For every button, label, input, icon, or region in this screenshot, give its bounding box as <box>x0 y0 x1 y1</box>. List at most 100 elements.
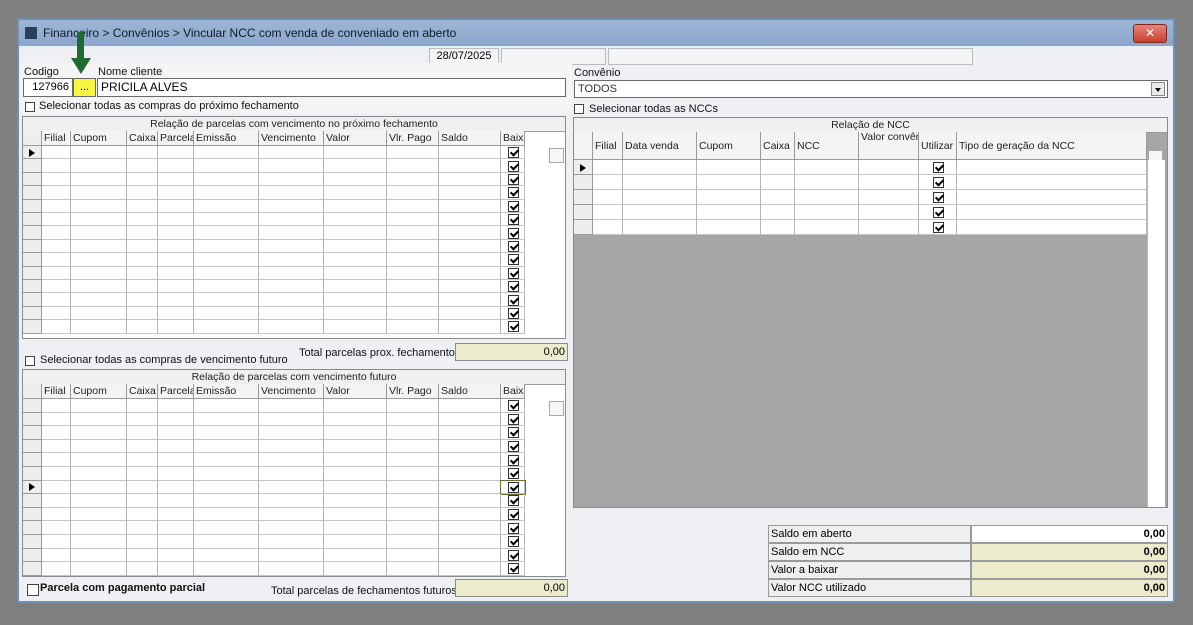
row-indicator[interactable] <box>23 186 42 200</box>
row-indicator[interactable] <box>23 535 42 549</box>
baixar-checkbox[interactable] <box>507 267 519 279</box>
baixar-checkbox[interactable] <box>507 147 519 159</box>
table-cell[interactable] <box>501 226 525 240</box>
column-header-cupom[interactable]: Cupom <box>71 384 127 399</box>
row-indicator[interactable] <box>23 467 42 481</box>
row-indicator[interactable] <box>23 280 42 294</box>
column-header-caixa[interactable]: Caixa <box>127 384 158 399</box>
row-indicator[interactable] <box>23 439 42 454</box>
baixar-checkbox[interactable] <box>507 214 519 226</box>
row-indicator[interactable] <box>23 146 42 160</box>
select-next-checkbox[interactable] <box>25 102 35 112</box>
column-header-vencimento[interactable]: Vencimento <box>259 384 324 399</box>
baixar-checkbox[interactable] <box>507 413 519 425</box>
column-header-emisso[interactable]: Emissão <box>194 131 259 146</box>
row-indicator[interactable] <box>23 253 42 267</box>
table-cell[interactable] <box>501 399 525 413</box>
column-header-utilizar[interactable]: Utilizar <box>919 132 957 160</box>
row-indicator[interactable] <box>23 199 42 213</box>
column-header-baixar[interactable]: Baixar <box>501 384 525 399</box>
table-cell[interactable] <box>501 439 525 454</box>
row-indicator[interactable] <box>23 494 42 508</box>
table-cell[interactable] <box>501 426 525 440</box>
row-indicator[interactable] <box>23 548 42 563</box>
row-indicator[interactable] <box>23 453 42 467</box>
row-indicator[interactable] <box>23 213 42 227</box>
baixar-checkbox[interactable] <box>507 509 519 521</box>
row-indicator[interactable] <box>23 226 42 240</box>
baixar-checkbox[interactable] <box>507 563 519 575</box>
column-header-tipodegeraodancc[interactable]: Tipo de geração da NCC <box>957 132 1147 160</box>
row-indicator[interactable] <box>23 399 42 413</box>
close-button[interactable]: ✕ <box>1133 24 1167 43</box>
baixar-checkbox[interactable] <box>507 441 519 453</box>
row-indicator[interactable] <box>23 320 42 334</box>
table-cell[interactable] <box>501 280 525 294</box>
scroll-button[interactable] <box>549 401 564 416</box>
table-cell[interactable] <box>501 146 525 160</box>
baixar-checkbox[interactable] <box>507 468 519 480</box>
baixar-checkbox[interactable] <box>507 536 519 548</box>
table-cell[interactable] <box>919 220 957 235</box>
column-header-parcela[interactable]: Parcela <box>158 384 194 399</box>
column-header-parcela[interactable]: Parcela <box>158 131 194 146</box>
table-cell[interactable] <box>501 293 525 307</box>
baixar-checkbox[interactable] <box>507 160 519 172</box>
baixar-checkbox[interactable] <box>507 549 519 561</box>
table-cell[interactable] <box>501 453 525 467</box>
table-cell[interactable] <box>501 266 525 280</box>
baixar-checkbox[interactable] <box>507 481 519 493</box>
table-cell[interactable] <box>919 205 957 220</box>
table-cell[interactable] <box>501 253 525 267</box>
select-nccs-checkbox[interactable] <box>574 104 584 114</box>
table-cell[interactable] <box>501 562 525 576</box>
table-cell[interactable] <box>500 479 526 496</box>
row-indicator[interactable] <box>23 426 42 440</box>
column-header-vencimento[interactable]: Vencimento <box>259 131 324 146</box>
column-header-baixar[interactable]: Baixar <box>501 131 525 146</box>
column-header-valorconvnio[interactable]: Valor convênio <box>859 132 919 160</box>
utilizar-checkbox[interactable] <box>932 207 944 218</box>
table-cell[interactable] <box>501 548 525 563</box>
baixar-checkbox[interactable] <box>507 495 519 507</box>
table-cell[interactable] <box>501 467 525 481</box>
baixar-checkbox[interactable] <box>507 427 519 439</box>
column-header-caixa[interactable]: Caixa <box>127 131 158 146</box>
scroll-button[interactable] <box>549 148 564 163</box>
table-cell[interactable] <box>501 320 525 334</box>
utilizar-checkbox[interactable] <box>932 177 944 188</box>
utilizar-checkbox[interactable] <box>932 192 944 203</box>
baixar-checkbox[interactable] <box>507 187 519 199</box>
convenio-select[interactable]: TODOS <box>574 80 1168 98</box>
table-cell[interactable] <box>501 507 525 522</box>
column-header-datavenda[interactable]: Data venda <box>623 132 697 160</box>
row-indicator[interactable] <box>574 190 593 205</box>
codigo-input[interactable]: 127966 <box>23 78 73 97</box>
row-indicator[interactable] <box>23 507 42 522</box>
table-cell[interactable] <box>919 190 957 205</box>
table-cell[interactable] <box>501 213 525 227</box>
row-indicator[interactable] <box>574 220 593 235</box>
table-cell[interactable] <box>919 175 957 190</box>
baixar-checkbox[interactable] <box>507 281 519 293</box>
select-future-checkbox[interactable] <box>25 356 35 366</box>
column-header-cupom[interactable]: Cupom <box>71 131 127 146</box>
table-cell[interactable] <box>919 160 957 175</box>
column-header-vlrpago[interactable]: Vlr. Pago <box>387 384 439 399</box>
table-cell[interactable] <box>501 412 525 427</box>
row-indicator[interactable] <box>23 172 42 187</box>
row-indicator[interactable] <box>23 159 42 173</box>
utilizar-checkbox[interactable] <box>932 222 944 233</box>
baixar-checkbox[interactable] <box>507 522 519 534</box>
column-header-saldo[interactable]: Saldo <box>439 131 501 146</box>
row-indicator[interactable] <box>574 205 593 220</box>
chevron-down-icon[interactable] <box>1151 82 1165 96</box>
column-header-filial[interactable]: Filial <box>42 131 71 146</box>
baixar-checkbox[interactable] <box>507 454 519 466</box>
table-cell[interactable] <box>501 186 525 200</box>
table-cell[interactable] <box>501 494 525 508</box>
baixar-checkbox[interactable] <box>507 240 519 252</box>
row-indicator[interactable] <box>574 160 593 175</box>
table-cell[interactable] <box>501 306 525 321</box>
vertical-scrollbar[interactable] <box>1147 160 1165 507</box>
